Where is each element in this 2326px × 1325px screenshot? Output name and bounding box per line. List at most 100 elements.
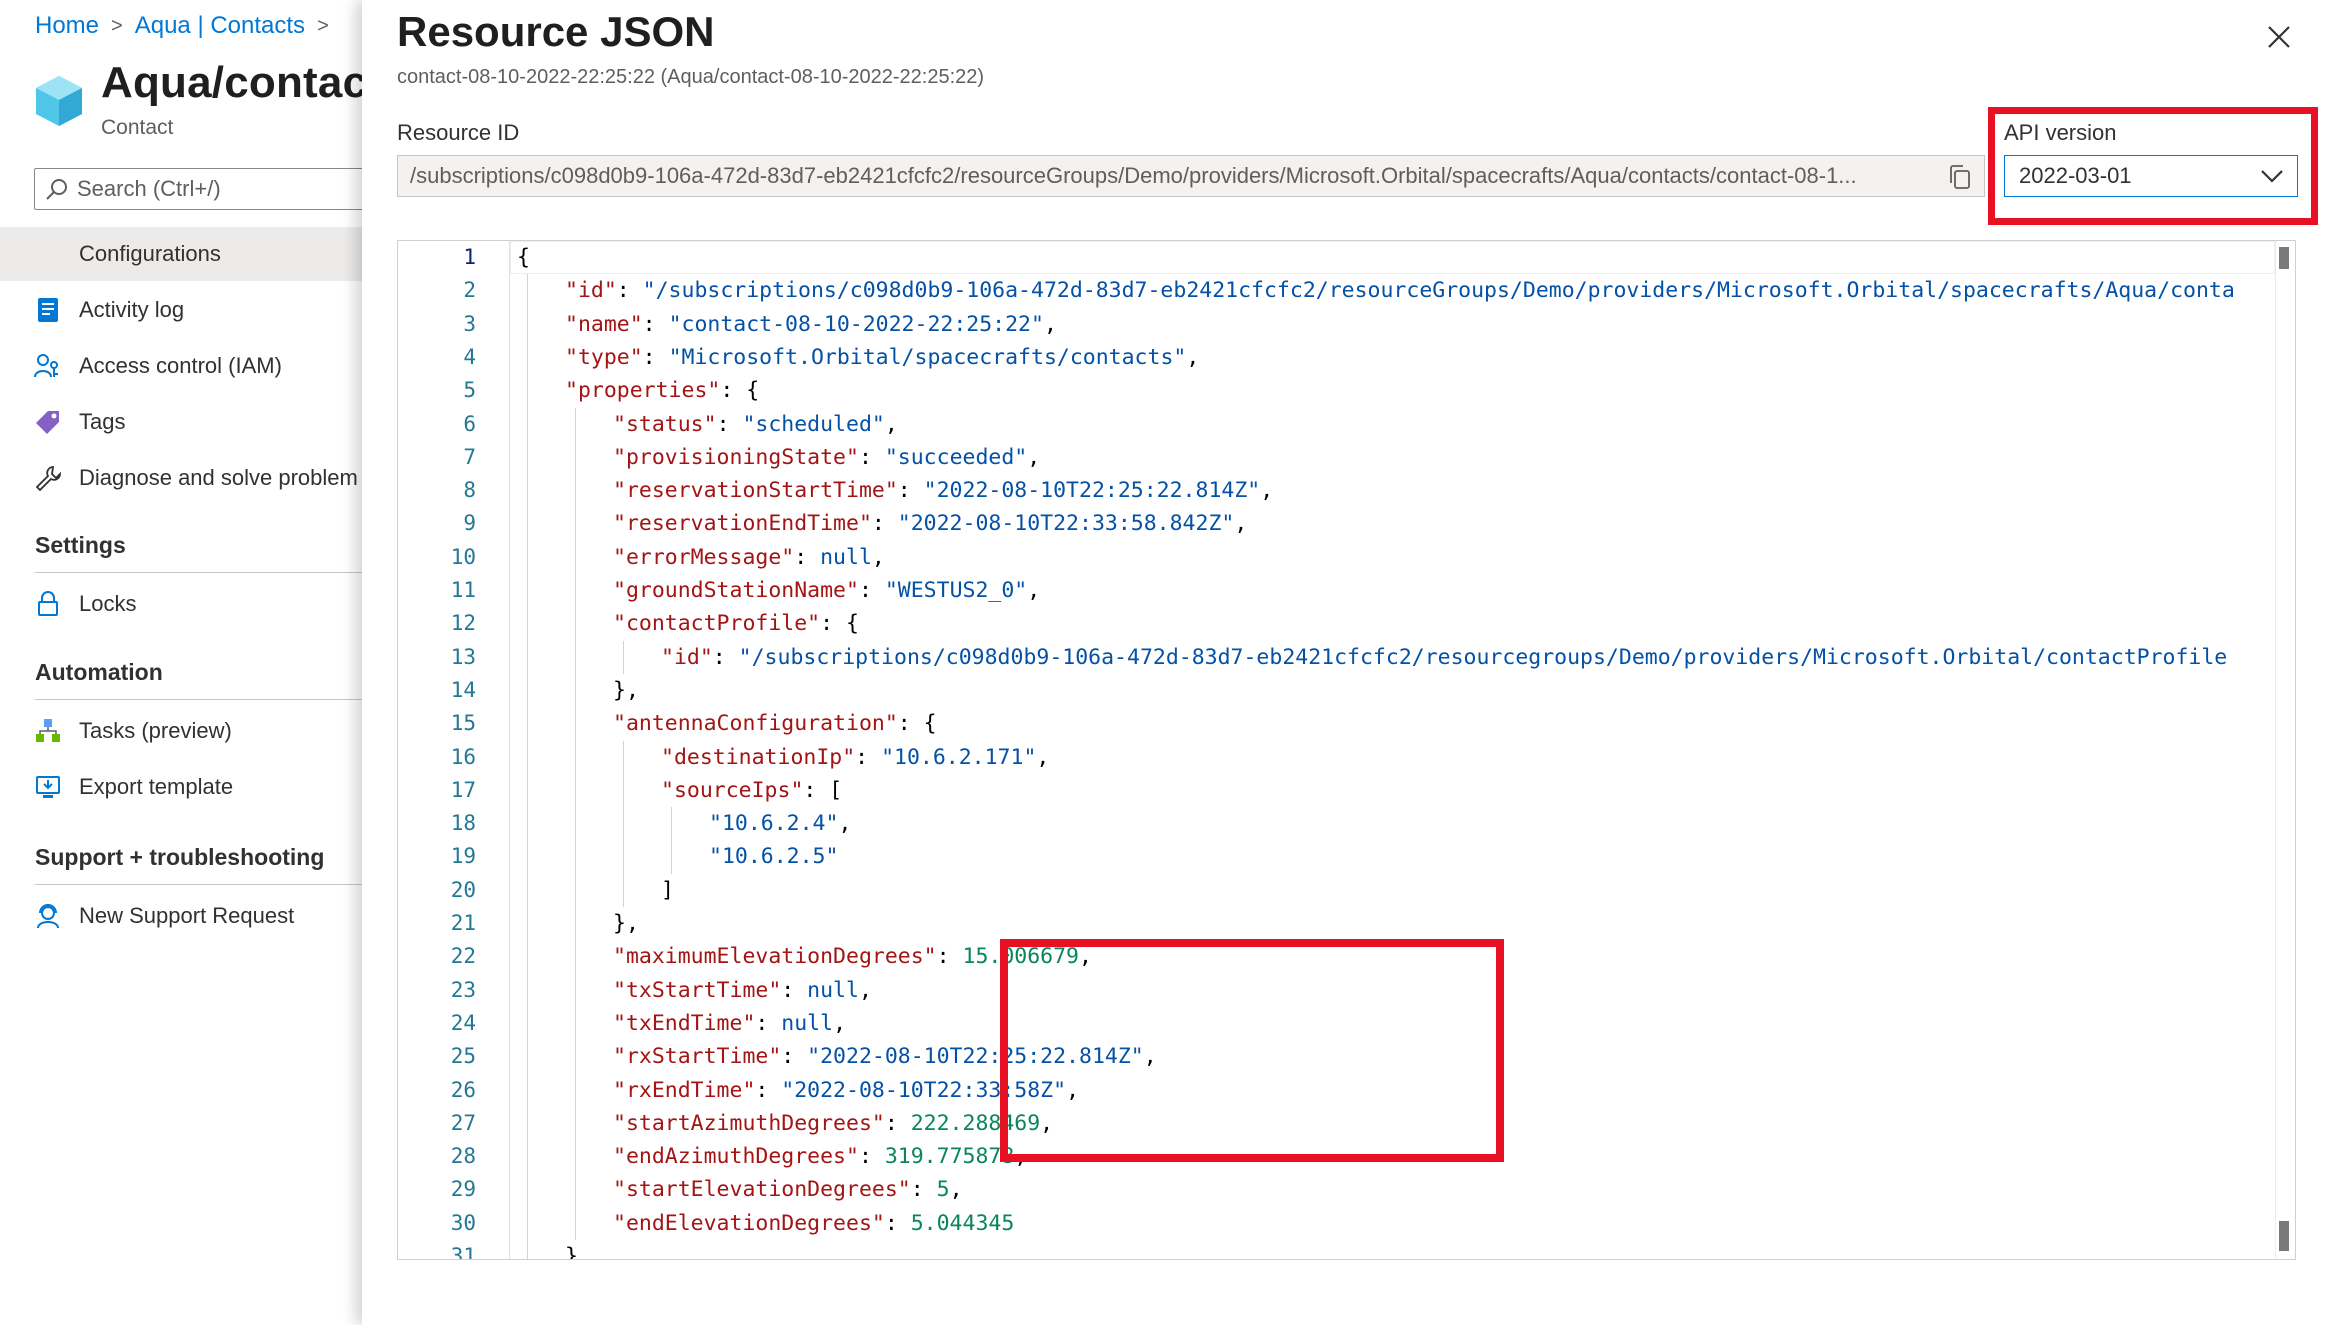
search-placeholder: Search (Ctrl+/) xyxy=(77,176,221,201)
breadcrumb-home-link[interactable]: Home xyxy=(35,12,99,40)
code-token: "/subscriptions/c098d0b9-106a-472d-83d7-… xyxy=(738,644,2228,670)
code-token: : xyxy=(755,1010,782,1036)
sidebar-item-label: Configurations xyxy=(79,241,221,266)
sidebar-item-activity-log[interactable]: Activity log xyxy=(0,283,362,337)
code-line: "sourceIps": [ xyxy=(661,774,842,807)
line-number: 11 xyxy=(450,578,476,602)
close-icon[interactable] xyxy=(2262,20,2296,54)
code-line: }, xyxy=(613,907,639,940)
divider xyxy=(35,699,362,700)
code-line: "provisioningState": "succeeded", xyxy=(613,441,1040,474)
code-line: { xyxy=(517,241,530,274)
code-token: , xyxy=(1234,511,1248,537)
code-token: "/subscriptions/c098d0b9-106a-472d-83d7-… xyxy=(642,278,2235,304)
code-token: : [ xyxy=(803,777,843,803)
code-token: : xyxy=(712,644,739,670)
sidebar-item-configurations[interactable]: Configurations xyxy=(0,227,362,281)
line-number: 14 xyxy=(450,677,476,702)
line-number: 27 xyxy=(450,1110,476,1135)
code-token: : xyxy=(858,444,885,470)
code-token: "id" xyxy=(565,278,617,304)
breadcrumb-contacts-link[interactable]: Aqua | Contacts xyxy=(135,12,305,40)
json-editor[interactable]: 1 2 3 4 5 6 7 8 9 10 11 12 13 14 15 16 17 18 19 20 21 22 23 24 2… xyxy=(397,240,2296,1260)
line-number: 22 xyxy=(450,944,476,969)
code-line: "startElevationDegrees": 5, xyxy=(613,1173,963,1206)
resource-id-field[interactable]: /subscriptions/c098d0b9-106a-472d-83d7-e… xyxy=(397,155,1985,197)
code-line: "reservationEndTime": "2022-08-10T22:33:… xyxy=(613,507,1247,540)
code-token: : xyxy=(642,344,669,370)
code-token: : xyxy=(794,544,821,570)
api-version-dropdown[interactable]: 2022-03-01 xyxy=(2004,155,2298,197)
code-token: "reservationStartTime" xyxy=(613,478,898,504)
code-token: "destinationIp" xyxy=(661,744,856,770)
scroll-position-marker xyxy=(2279,1221,2289,1251)
resource-type-label: Contact xyxy=(101,116,174,139)
code-line: "antennaConfiguration": { xyxy=(613,707,937,740)
code-line: "reservationStartTime": "2022-08-10T22:2… xyxy=(613,474,1273,507)
code-token: "id" xyxy=(661,644,713,670)
export-template-icon xyxy=(34,773,62,801)
code-line: "startAzimuthDegrees": 222.288469, xyxy=(613,1107,1053,1140)
menu-search-input[interactable]: Search (Ctrl+/) xyxy=(34,168,362,210)
wrench-icon xyxy=(34,464,62,492)
line-number: 25 xyxy=(450,1044,476,1069)
line-number: 31 xyxy=(450,1244,476,1260)
breadcrumb: Home > Aqua | Contacts > xyxy=(35,12,341,40)
code-token: "type" xyxy=(565,344,643,370)
line-number: 21 xyxy=(450,911,476,935)
code-line: "groundStationName": "WESTUS2_0", xyxy=(613,574,1040,607)
sidebar-item-tasks[interactable]: Tasks (preview) xyxy=(0,704,362,758)
code-token: , xyxy=(1186,344,1200,370)
sidebar-item-access-control[interactable]: Access control (IAM) xyxy=(0,339,362,393)
line-number: 15 xyxy=(450,711,476,736)
code-token: "rxStartTime" xyxy=(613,1044,782,1070)
code-token: : xyxy=(716,411,743,437)
code-token: { xyxy=(517,245,530,270)
scroll-thumb[interactable] xyxy=(2279,247,2289,269)
code-token: "name" xyxy=(565,311,643,337)
code-token: "10.6.2.4" xyxy=(709,811,839,837)
code-line: }, xyxy=(565,1240,591,1259)
code-token: , xyxy=(1043,311,1057,337)
sidebar-item-new-support-request[interactable]: New Support Request xyxy=(0,889,362,943)
code-token: "Microsoft.Orbital/spacecrafts/contacts" xyxy=(668,344,1187,370)
sidebar-item-locks[interactable]: Locks xyxy=(0,577,362,631)
code-token: : xyxy=(884,1210,911,1236)
code-token: , xyxy=(949,1177,963,1203)
code-token: "succeeded" xyxy=(884,444,1028,470)
line-number: 19 xyxy=(450,844,476,869)
code-token: "errorMessage" xyxy=(613,544,795,570)
code-token: "startElevationDegrees" xyxy=(613,1177,911,1203)
code-token: , xyxy=(1036,744,1050,770)
sidebar-item-label: Tags xyxy=(79,409,126,434)
sidebar-item-label: Activity log xyxy=(79,297,185,322)
code-token: : xyxy=(755,1077,782,1103)
sidebar-item-export-template[interactable]: Export template xyxy=(0,760,362,814)
sidebar-item-label: Access control (IAM) xyxy=(79,353,282,378)
line-number: 5 xyxy=(463,378,476,403)
code-token: : { xyxy=(897,711,937,737)
api-version-label: API version xyxy=(2004,120,2117,145)
sidebar-item-label: Diagnose and solve problem xyxy=(79,465,358,490)
resource-id-value: /subscriptions/c098d0b9-106a-472d-83d7-e… xyxy=(410,163,1857,188)
copy-icon[interactable] xyxy=(1947,164,1973,190)
code-line: "id": "/subscriptions/c098d0b9-106a-472d… xyxy=(661,641,2227,674)
vertical-scrollbar[interactable] xyxy=(2275,241,2295,1259)
sidebar-item-diagnose[interactable]: Diagnose and solve problem xyxy=(0,451,362,505)
sidebar-item-tags[interactable]: Tags xyxy=(0,395,362,449)
code-token: , xyxy=(884,411,898,437)
chevron-down-icon xyxy=(2261,170,2283,183)
code-token: , xyxy=(838,811,852,837)
code-line: ] xyxy=(661,874,674,907)
indent-guide xyxy=(671,807,672,874)
resource-json-panel: Resource JSON contact-08-10-2022-22:25:2… xyxy=(362,0,2326,1325)
code-token: }, xyxy=(613,677,639,703)
antenna-configuration-highlight-box xyxy=(1000,939,1504,1162)
code-line: "id": "/subscriptions/c098d0b9-106a-472d… xyxy=(565,274,2235,307)
code-line: "endElevationDegrees": 5.044345 xyxy=(613,1207,1014,1240)
code-token: : { xyxy=(720,378,760,404)
code-token: "reservationEndTime" xyxy=(613,511,872,537)
line-number: 18 xyxy=(450,811,476,836)
line-number-gutter: 1 2 3 4 5 6 7 8 9 10 11 12 13 14 15 16 17 18 19 20 21 22 23 24 2… xyxy=(398,241,508,1259)
activity-log-icon xyxy=(34,296,62,324)
